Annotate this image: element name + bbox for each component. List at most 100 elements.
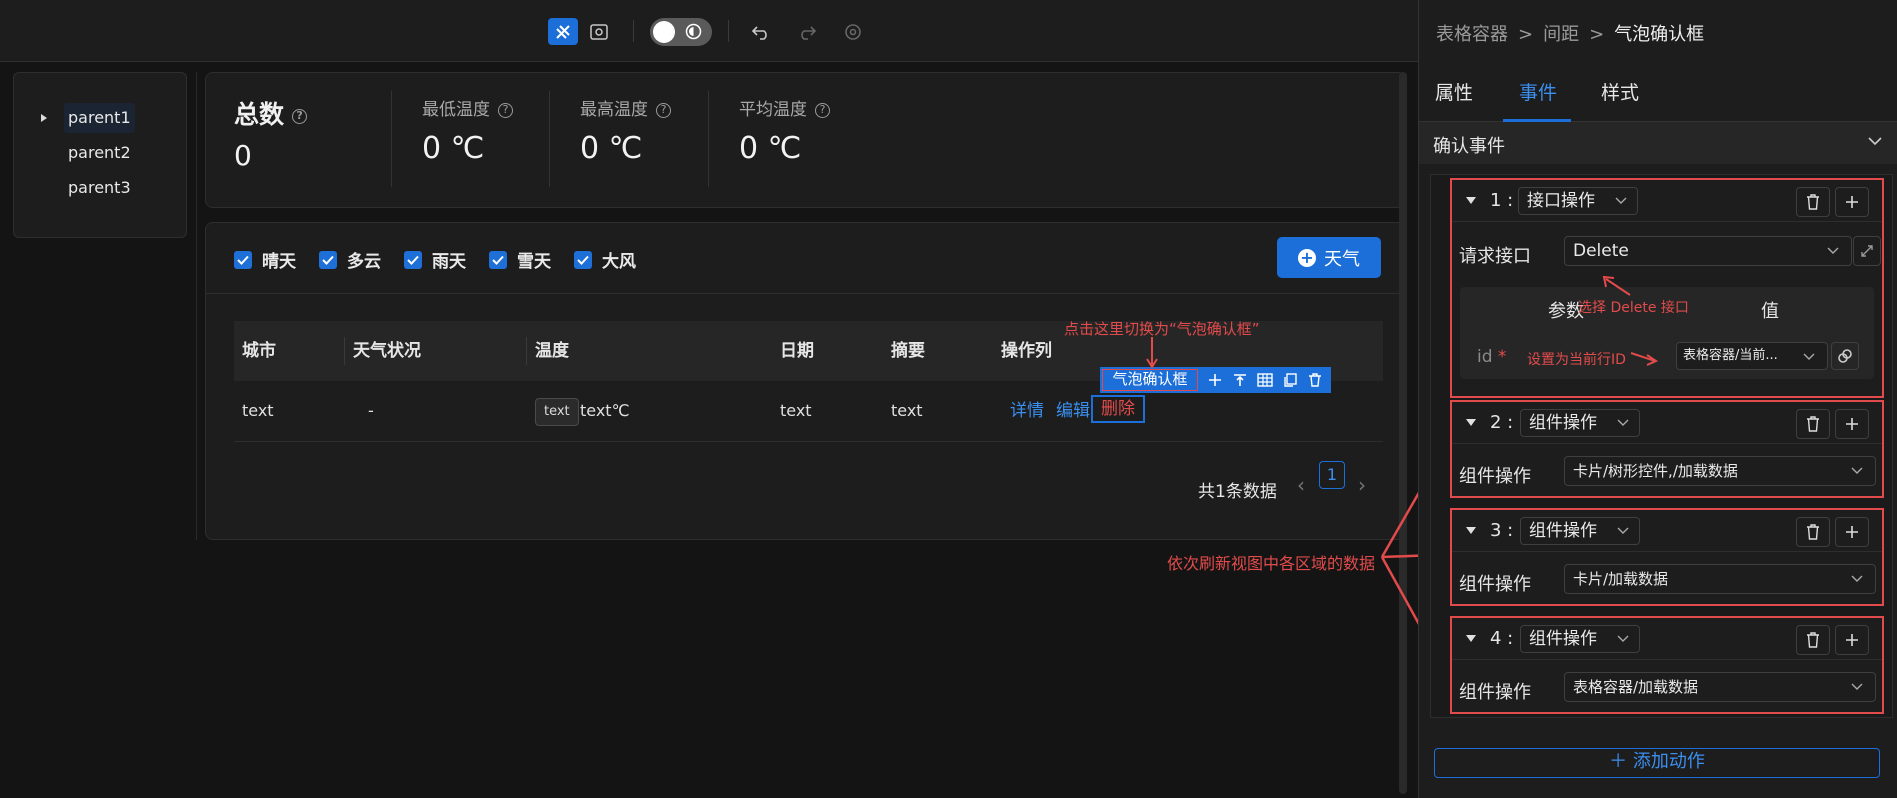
edit-link[interactable]: 编辑	[1056, 381, 1090, 441]
annotation-refresh-hint: 依次刷新视图中各区域的数据	[1167, 554, 1376, 573]
tree-item-parent3[interactable]: parent3	[64, 173, 135, 203]
caret-down-icon[interactable]	[1466, 197, 1476, 204]
component-type-label[interactable]: 气泡确认框	[1102, 369, 1198, 391]
column-header-actions: 操作列	[1001, 341, 1052, 361]
filter-checkbox-sunny[interactable]: 晴天	[234, 247, 296, 272]
column-divider	[196, 72, 197, 540]
max-temp-value: 0 ℃	[580, 131, 643, 166]
chevron-down-icon	[1851, 575, 1863, 582]
help-icon[interactable]: ?	[815, 102, 830, 118]
tree-item-parent2[interactable]: parent2	[64, 138, 135, 168]
delete-action-button[interactable]	[1796, 517, 1830, 547]
action-type-select[interactable]: 组件操作	[1520, 409, 1640, 437]
link-icon[interactable]	[1831, 342, 1859, 370]
checkbox-checked-icon	[574, 250, 592, 269]
filter-checkbox-rainy[interactable]: 雨天	[404, 247, 466, 272]
component-op-select[interactable]: 表格容器/加载数据	[1564, 672, 1876, 702]
tab-events[interactable]: 事件	[1519, 78, 1557, 105]
detail-link[interactable]: 详情	[1010, 381, 1044, 441]
move-icon[interactable]	[1205, 370, 1225, 390]
stat-divider	[549, 91, 550, 187]
action-item-3: 3 : 组件操作 组件操作 卡片/加载数据	[1450, 508, 1884, 606]
design-mode-icon[interactable]	[548, 18, 578, 45]
pager-prev-icon[interactable]: ‹	[1297, 473, 1305, 497]
total-value: 0	[234, 139, 252, 172]
top-toolbar	[0, 0, 1418, 62]
request-api-select[interactable]: Delete	[1564, 236, 1852, 266]
property-panel: 表格容器 > 间距 > 气泡确认框 属性 事件 样式 确认事件 1 : 接口操作	[1418, 0, 1897, 798]
copy-icon[interactable]	[1280, 370, 1300, 390]
tree-caret-icon[interactable]	[41, 114, 47, 122]
delete-action-button[interactable]	[1796, 625, 1830, 655]
action-type-select[interactable]: 组件操作	[1520, 625, 1640, 653]
chevron-down-icon	[1803, 353, 1815, 360]
min-temp-value: 0 ℃	[422, 131, 485, 166]
component-op-select[interactable]: 卡片/加载数据	[1564, 564, 1876, 594]
breadcrumb: 表格容器 > 间距 > 气泡确认框	[1436, 20, 1704, 46]
theme-toggle[interactable]	[650, 18, 712, 46]
help-icon[interactable]: ?	[498, 102, 513, 118]
caret-down-icon[interactable]	[1466, 419, 1476, 426]
component-op-label: 组件操作	[1459, 682, 1531, 703]
action-header: 1 : 接口操作	[1452, 180, 1882, 222]
pager-next-icon[interactable]: ›	[1358, 473, 1366, 497]
panel-tabs: 属性 事件 样式	[1419, 62, 1897, 122]
action-type-select[interactable]: 接口操作	[1518, 187, 1638, 215]
tab-properties[interactable]: 属性	[1435, 78, 1473, 105]
table-icon[interactable]	[1255, 370, 1275, 390]
action-item-2: 2 : 组件操作 组件操作 卡片/树形控件,/加载数据	[1450, 400, 1884, 498]
delete-action-button[interactable]	[1796, 187, 1830, 217]
history-icon[interactable]	[838, 18, 868, 45]
delete-action-button[interactable]	[1796, 409, 1830, 439]
pager-current-page[interactable]: 1	[1319, 461, 1345, 489]
caret-down-icon[interactable]	[1466, 527, 1476, 534]
help-icon[interactable]: ?	[292, 108, 308, 124]
action-index: 2 :	[1490, 412, 1514, 433]
action-item-1: 1 : 接口操作 请求接口 Delete 参数 值 id * 表格容器/当前..…	[1450, 178, 1884, 398]
align-top-icon[interactable]	[1230, 370, 1250, 390]
temp-tag: text	[535, 398, 579, 426]
tree-item-parent1[interactable]: parent1	[64, 103, 135, 133]
param-value-select[interactable]: 表格容器/当前...	[1676, 342, 1828, 370]
link-icon[interactable]	[1853, 236, 1881, 266]
drag-action-button[interactable]	[1835, 187, 1869, 217]
drag-action-button[interactable]	[1835, 625, 1869, 655]
column-header-summary: 摘要	[891, 341, 925, 361]
drag-action-button[interactable]	[1835, 409, 1869, 439]
filter-checkbox-windy[interactable]: 大风	[574, 247, 636, 272]
undo-icon[interactable]	[746, 18, 776, 45]
cell-summary: text	[891, 401, 923, 420]
action-type-select[interactable]: 组件操作	[1520, 517, 1640, 545]
breadcrumb-item[interactable]: 间距	[1543, 24, 1579, 45]
breadcrumb-item[interactable]: 表格容器	[1436, 24, 1508, 45]
filter-checkbox-snowy[interactable]: 雪天	[489, 247, 551, 272]
column-header-date: 日期	[780, 341, 814, 361]
help-icon[interactable]: ?	[656, 102, 671, 118]
trash-icon	[1807, 632, 1819, 648]
checkbox-checked-icon	[234, 250, 252, 269]
tab-styles[interactable]: 样式	[1601, 78, 1639, 105]
avg-temp-value: 0 ℃	[739, 131, 802, 166]
delete-icon[interactable]	[1305, 370, 1325, 390]
canvas-scrollbar[interactable]	[1399, 72, 1407, 794]
trash-icon	[1807, 524, 1819, 540]
header-divider	[344, 337, 345, 365]
confirm-event-section[interactable]: 确认事件	[1419, 122, 1897, 164]
param-name: id *	[1477, 347, 1507, 367]
redo-icon[interactable]	[792, 18, 822, 45]
filter-checkbox-cloudy[interactable]: 多云	[319, 247, 381, 272]
trash-icon	[1807, 416, 1819, 432]
delete-link[interactable]: 删除	[1091, 395, 1145, 423]
component-op-select[interactable]: 卡片/树形控件,/加载数据	[1564, 456, 1876, 486]
drag-action-button[interactable]	[1835, 517, 1869, 547]
header-divider	[526, 337, 527, 365]
caret-down-icon[interactable]	[1466, 635, 1476, 642]
column-header-weather: 天气状况	[353, 341, 421, 361]
preview-icon[interactable]	[584, 18, 614, 45]
annotation-arrow	[1630, 352, 1659, 366]
add-action-button[interactable]: ＋ 添加动作	[1434, 748, 1880, 778]
move-icon	[1846, 418, 1858, 430]
cell-weather: -	[368, 401, 374, 420]
chevron-down-icon	[1827, 247, 1839, 254]
add-weather-button[interactable]: + 天气	[1277, 237, 1381, 278]
